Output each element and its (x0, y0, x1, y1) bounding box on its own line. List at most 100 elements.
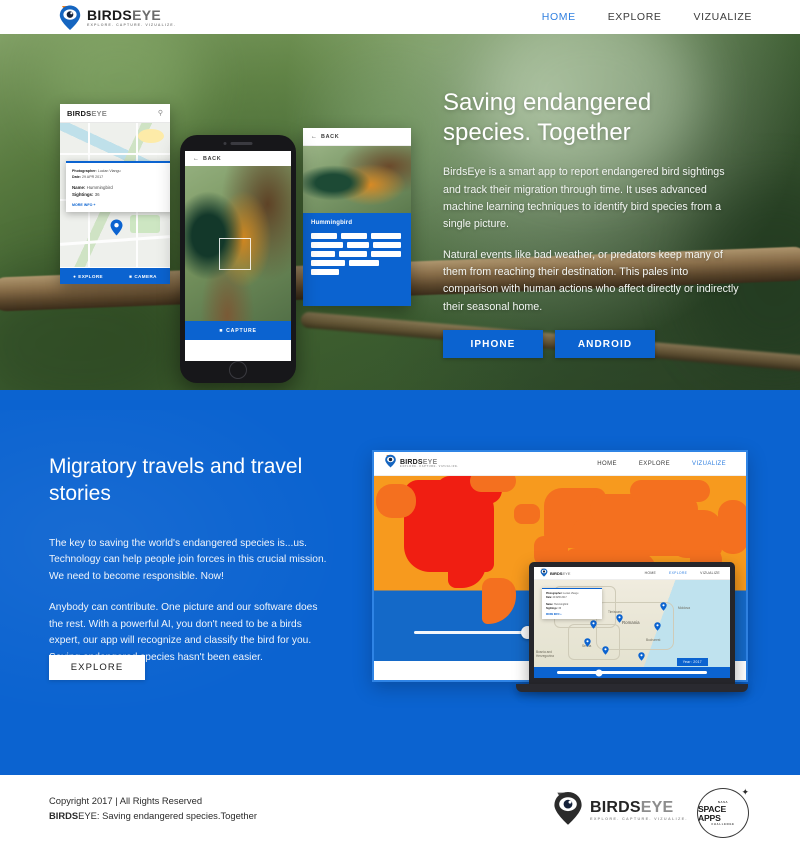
map-pin-marker-icon[interactable] (616, 610, 623, 623)
migratory-paragraph-1: The key to saving the world's endangered… (49, 537, 327, 582)
nav-links: HOME EXPLORE VIZUALIZE (542, 11, 752, 23)
map-pin-marker-icon[interactable] (584, 634, 591, 647)
laptop-name-value: Hummingbird (553, 602, 569, 606)
detail-card-header: ← BACK (303, 128, 411, 146)
android-button[interactable]: ANDROID (555, 330, 655, 358)
map-pin-marker-icon[interactable] (654, 618, 661, 631)
detail-card-placeholder-rows (311, 233, 403, 275)
browser-nav-vizualize[interactable]: VIZUALIZE (692, 461, 726, 467)
search-icon[interactable]: ⚲ (158, 109, 163, 117)
footer-logo-light: EYE (640, 798, 674, 816)
map-card-header: BIRDSEYE ⚲ (60, 104, 170, 123)
app-map-screen-mockup: BIRDSEYE ⚲ Photographer: Lucian Vlangu D… (60, 104, 170, 284)
laptop-sighting-card: Photographer: Lucian Vlangu Date: 29 APR… (542, 588, 602, 620)
phone-back-label[interactable]: BACK (203, 156, 221, 162)
logo-tagline: EXPLORE. CAPTURE. VIZUALIZE. (87, 22, 176, 27)
nasa-space-apps-badge: ✦ NASA SPACE APPS CHALLENGE (694, 787, 752, 838)
map-canvas: Photographer: Lucian Vlangu Date: 29 APR… (60, 123, 170, 267)
map-pin-marker-icon[interactable] (638, 648, 645, 661)
logo-name-bold: BIRDS (87, 6, 133, 23)
laptop-photographer-value: Lucian Vlangu (563, 592, 579, 595)
laptop-slider-handle[interactable] (595, 669, 603, 676)
laptop-mockup: BIRDSEYE HOME EXPLORE VIZUALIZE Romania … (516, 562, 748, 717)
date-label: Date: (72, 175, 81, 180)
phone-home-button[interactable] (229, 361, 247, 379)
map-card-explore-button[interactable]: ● EXPLORE (73, 274, 103, 279)
laptop-sightings-label: Sightings: (546, 606, 558, 610)
laptop-timeline-slider[interactable] (534, 667, 730, 678)
laptop-navigation: BIRDSEYE HOME EXPLORE VIZUALIZE (534, 567, 730, 580)
year-badge: Year: 2017 (676, 658, 708, 666)
detail-card-bird-photo (303, 146, 411, 213)
capture-button[interactable]: ■ CAPTURE (185, 321, 291, 340)
phone-notch (223, 142, 253, 145)
iphone-button[interactable]: IPHONE (443, 330, 543, 358)
laptop-name-label: Name: (546, 602, 554, 606)
photographer-value: Lucian Vlangu (97, 169, 121, 173)
back-arrow-icon[interactable]: ← (311, 134, 317, 140)
phone-header: ← BACK (185, 151, 291, 166)
species-detail-card-mockup: ← BACK Hummingbird (303, 128, 411, 306)
map-pin-marker-icon[interactable] (660, 598, 667, 611)
laptop-date-value: 29 APR 2017 (552, 596, 567, 600)
browser-navigation: BIRDSEYE EXPLORE. CAPTURE. VIZUALIZE. HO… (374, 452, 746, 476)
map-pin-marker-icon[interactable] (602, 642, 609, 655)
laptop-nav-home[interactable]: HOME (645, 571, 656, 575)
laptop-logo-bold: BIRDS (550, 570, 563, 576)
nav-link-home[interactable]: HOME (542, 11, 576, 23)
migratory-title: Migratory travels and travel stories (49, 455, 303, 506)
map-card-camera-button[interactable]: ■ CAMERA (129, 274, 157, 279)
phone-back-arrow-icon[interactable]: ← (193, 156, 199, 162)
phone-screen: ← BACK ■ CAPTURE (185, 151, 291, 361)
footer-tagline-bold: BIRDS (49, 810, 79, 822)
hero-download-buttons: IPHONE ANDROID (443, 330, 655, 358)
hero-copy: Saving endangered species. Together Bird… (443, 88, 743, 329)
laptop-nav-vizualize[interactable]: VIZUALIZE (700, 571, 720, 575)
map-card-logo-bold: BIRDS (67, 108, 92, 118)
browser-logo-tagline: EXPLORE. CAPTURE. VIZUALIZE. (400, 464, 459, 468)
badge-main-text: SPACE APPS (698, 803, 726, 823)
laptop-slider-track (557, 669, 707, 676)
nav-link-vizualize[interactable]: VIZUALIZE (694, 11, 753, 23)
hero-paragraph-1: BirdsEye is a smart app to report endang… (443, 166, 725, 231)
laptop-photographer-label: Photographer: (546, 592, 563, 595)
nav-link-explore[interactable]: EXPLORE (608, 11, 662, 23)
laptop-logo-light: EYE (562, 570, 571, 576)
browser-nav-home[interactable]: HOME (597, 461, 617, 467)
photographer-label: Photographer: (72, 169, 97, 173)
laptop-date-label: Date: (546, 596, 552, 600)
browser-nav-explore[interactable]: EXPLORE (639, 461, 670, 467)
browser-logo[interactable]: BIRDSEYE EXPLORE. CAPTURE. VIZUALIZE. (384, 454, 459, 473)
footer-logo-tagline: EXPLORE. CAPTURE. VIZUALIZE. (590, 816, 688, 821)
map-label-moldova: Moldova (678, 606, 691, 610)
phone-camera-viewfinder: ■ CAPTURE (185, 166, 291, 340)
map-pin-eye-icon (58, 4, 82, 31)
footer-map-pin-eye-icon (552, 790, 584, 831)
sightings-label: Sightings: (72, 192, 94, 198)
site-logo[interactable]: BIRDSEYE EXPLORE. CAPTURE. VIZUALIZE. (58, 4, 176, 31)
map-pin-marker-icon[interactable] (110, 219, 123, 236)
more-info-link[interactable]: MORE INFO + (72, 203, 168, 207)
laptop-more-info-link[interactable]: MORE INFO + (546, 613, 598, 616)
footer-logo-bold: BIRDS (590, 798, 641, 816)
footer-logo: BIRDSEYE EXPLORE. CAPTURE. VIZUALIZE. (552, 790, 688, 831)
map-label-bosnia: Bosnia and Herzegovina (536, 650, 554, 658)
capture-button-label: CAPTURE (226, 327, 257, 334)
landing-page: BIRDSEYE EXPLORE. CAPTURE. VIZUALIZE. HO… (0, 0, 800, 845)
detail-card-back-label[interactable]: BACK (321, 134, 339, 140)
browser-nav-links: HOME EXPLORE VIZUALIZE (597, 461, 726, 467)
laptop-screen-bezel: BIRDSEYE HOME EXPLORE VIZUALIZE Romania … (529, 562, 735, 684)
species-name-value: Hummingbird (86, 184, 113, 190)
footer-copyright: Copyright 2017 | All Rights Reserved BIR… (49, 793, 257, 823)
romania-map: Romania Serbia Moldova Bucharest Timisoa… (534, 580, 730, 668)
laptop-nav-explore[interactable]: EXPLORE (669, 571, 687, 575)
date-value: 29 APR 2017 (82, 175, 104, 180)
browser-map-pin-eye-icon (384, 454, 397, 473)
footer-tagline-rest: EYE: Saving endangered species.Together (78, 810, 257, 822)
explore-button[interactable]: EXPLORE (49, 655, 145, 680)
hero-section: BIRDSEYE ⚲ Photographer: Lucian Vlangu D… (0, 34, 800, 390)
logo-name-light: EYE (132, 6, 161, 23)
footer-copyright-line: Copyright 2017 | All Rights Reserved (49, 795, 203, 806)
starburst-icon: ✦ (741, 787, 749, 797)
detail-card-species-title: Hummingbird (311, 220, 353, 226)
